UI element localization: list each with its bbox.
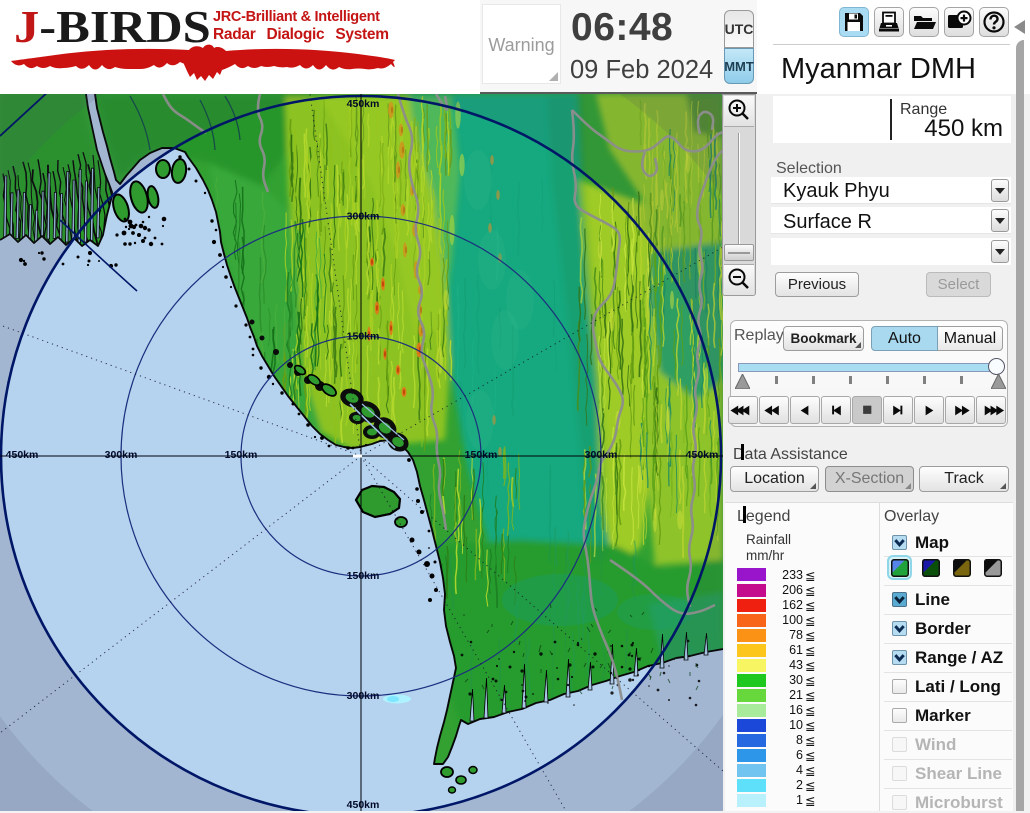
svg-text:450km: 450km bbox=[347, 98, 380, 110]
svg-text:300km: 300km bbox=[347, 690, 380, 702]
svg-text:150km: 150km bbox=[465, 449, 498, 461]
svg-text:150km: 150km bbox=[347, 331, 380, 343]
svg-text:150km: 150km bbox=[347, 570, 380, 582]
svg-text:450km: 450km bbox=[6, 449, 39, 461]
svg-text:450km: 450km bbox=[347, 799, 380, 811]
svg-text:150km: 150km bbox=[225, 449, 258, 461]
svg-text:300km: 300km bbox=[347, 211, 380, 223]
svg-text:450km: 450km bbox=[686, 449, 719, 461]
svg-text:300km: 300km bbox=[585, 449, 618, 461]
svg-text:300km: 300km bbox=[105, 449, 138, 461]
